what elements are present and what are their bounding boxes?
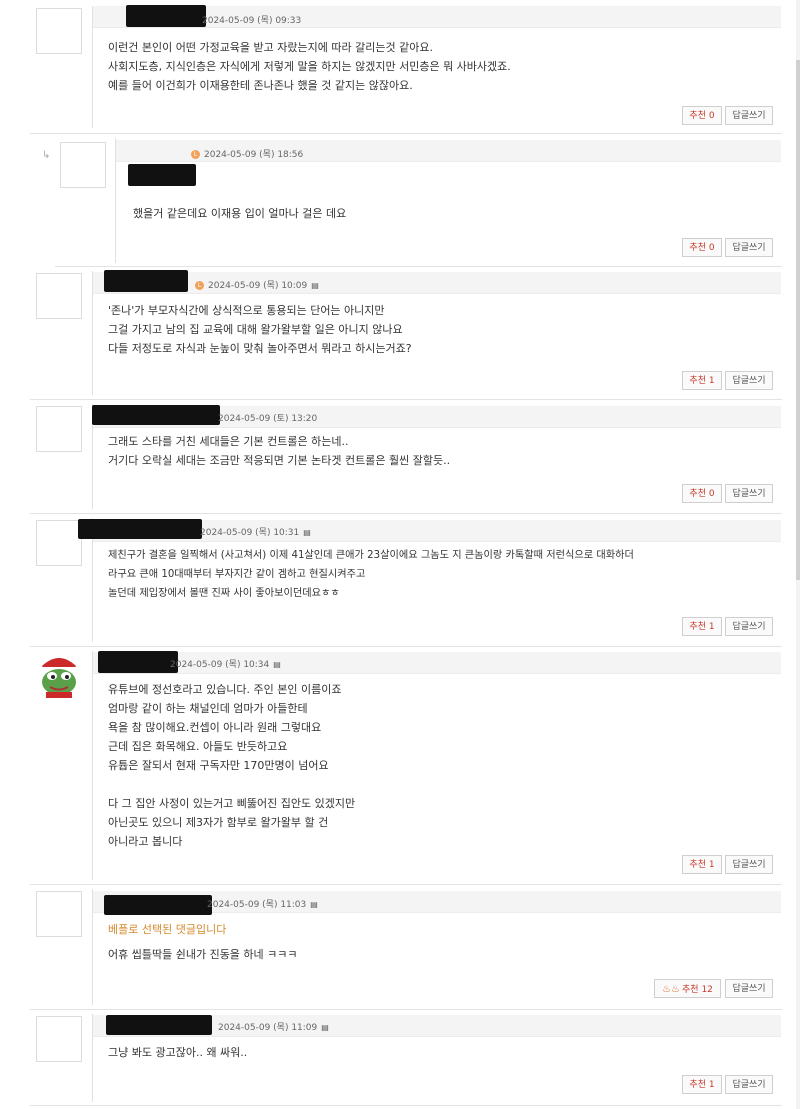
document-icon: ▤	[310, 900, 318, 909]
comment-body: 유튜브에 정선호라고 있습니다. 주인 본인 이름이죠 엄마랑 같이 하는 채널인…	[108, 683, 356, 848]
frog-avatar-icon[interactable]	[36, 652, 82, 698]
document-icon: ▤	[311, 281, 319, 290]
like-button[interactable]: 추천 1	[682, 371, 722, 390]
redacted-username	[78, 519, 202, 539]
reply-button[interactable]: 답글쓰기	[725, 1075, 773, 1094]
comment-1: 2024-05-09 (목) 09:33 이런건 본인이 어떤 가정교육을 받고…	[30, 0, 782, 134]
comment-8: 2024-05-09 (목) 11:09 ▤ 그냥 봐도 광고잖아.. 왜 싸워.…	[30, 1010, 782, 1106]
comment-body: 그냥 봐도 광고잖아.. 왜 싸워..	[108, 1046, 248, 1059]
comment-date: 2024-05-09 (목) 10:31 ▤	[200, 528, 311, 538]
scrollbar-thumb[interactable]	[796, 60, 800, 580]
reply-button[interactable]: 답글쓰기	[725, 106, 773, 125]
comment-body: 어휴 씹틀딱들 쉰내가 진동을 하네 ㅋㅋㅋ	[108, 948, 298, 961]
reply-button[interactable]: 답글쓰기	[725, 855, 773, 874]
redacted-username	[126, 5, 206, 27]
comment-date: L 2024-05-09 (목) 18:56	[191, 147, 303, 160]
like-button[interactable]: ♨♨ 추천 12	[654, 979, 721, 998]
level-badge-icon: L	[195, 281, 204, 290]
reply-button[interactable]: 답글쓰기	[725, 979, 773, 998]
level-badge-icon: L	[191, 150, 200, 159]
document-icon: ▤	[303, 528, 311, 537]
comment-4: 2024-05-09 (토) 13:20 그래도 스타를 거친 세대들은 기본 …	[30, 400, 782, 514]
comment-date: L 2024-05-09 (목) 10:09 ▤	[195, 278, 319, 291]
redacted-username	[92, 405, 220, 425]
like-button[interactable]: 추천 1	[682, 855, 722, 874]
redacted-username	[104, 270, 188, 292]
reply-arrow-icon: ↳	[42, 150, 51, 161]
document-icon: ▤	[273, 660, 281, 669]
comment-7-best: 2024-05-09 (목) 11:03 ▤ 베플로 선택된 댓글입니다 어휴 씹…	[30, 885, 782, 1010]
reply-button[interactable]: 답글쓰기	[725, 484, 773, 503]
redacted-username	[104, 895, 212, 915]
like-button[interactable]: 추천 0	[682, 106, 722, 125]
comment-date: 2024-05-09 (목) 09:33	[202, 16, 302, 26]
like-button[interactable]: 추천 1	[682, 617, 722, 636]
comment-6: 2024-05-09 (목) 10:34 ▤ 유튜브에 정선호라고 있습니다. 주…	[30, 647, 782, 885]
comment-body: 했을거 같은데요 이재용 입이 얼마나 걸은 데요	[133, 207, 347, 220]
comment-date: 2024-05-09 (목) 10:34 ▤	[170, 660, 281, 670]
like-button[interactable]: 추천 1	[682, 1075, 722, 1094]
like-count: 추천 12	[682, 985, 713, 995]
comment-5: 2024-05-09 (목) 10:31 ▤ 제친구가 결혼을 일찍해서 (사고쳐…	[30, 514, 782, 647]
best-heart-icon: ♨♨	[662, 984, 681, 995]
comment-divider	[92, 651, 93, 880]
reply-button[interactable]: 답글쓰기	[725, 371, 773, 390]
comment-date: 2024-05-09 (토) 13:20	[218, 414, 318, 424]
like-button[interactable]: 추천 0	[682, 484, 722, 503]
avatar[interactable]	[36, 891, 82, 937]
comment-body: 이런건 본인이 어떤 가정교육을 받고 자랐는지에 따라 갈리는것 같아요. 사회…	[108, 41, 511, 92]
reply-button[interactable]: 답글쓰기	[725, 617, 773, 636]
avatar[interactable]	[36, 8, 82, 54]
like-button[interactable]: 추천 0	[682, 238, 722, 257]
comment-3: L 2024-05-09 (목) 10:09 ▤ '존나'가 부모자식간에 상식적으…	[30, 267, 782, 400]
avatar[interactable]	[60, 142, 106, 188]
redacted-username	[106, 1015, 212, 1035]
reply-button[interactable]: 답글쓰기	[725, 238, 773, 257]
comment-2-reply: L 2024-05-09 (목) 18:56 했을거 같은데요 이재용 입이 얼마…	[55, 134, 782, 267]
avatar[interactable]	[36, 273, 82, 319]
avatar[interactable]	[36, 1016, 82, 1062]
comment-body: 제친구가 결혼을 일찍해서 (사고쳐서) 이제 41살인데 큰애가 23살이에요…	[108, 550, 634, 599]
redacted-username	[98, 651, 178, 673]
comment-date: 2024-05-09 (목) 11:03 ▤	[207, 900, 318, 910]
best-comment-label: 베플로 선택된 댓글입니다	[108, 923, 227, 936]
comment-body: '존나'가 부모자식간에 상식적으로 통용되는 단어는 아니지만 그걸 가지고 남…	[108, 304, 412, 355]
document-icon: ▤	[321, 1023, 329, 1032]
comment-date: 2024-05-09 (목) 11:09 ▤	[218, 1023, 329, 1033]
redacted-username	[128, 164, 196, 186]
avatar[interactable]	[36, 520, 82, 566]
comment-body: 그래도 스타를 거친 세대들은 기본 컨트롤은 하는네.. 거기다 오락실 세대는…	[108, 435, 451, 467]
avatar[interactable]	[36, 406, 82, 452]
